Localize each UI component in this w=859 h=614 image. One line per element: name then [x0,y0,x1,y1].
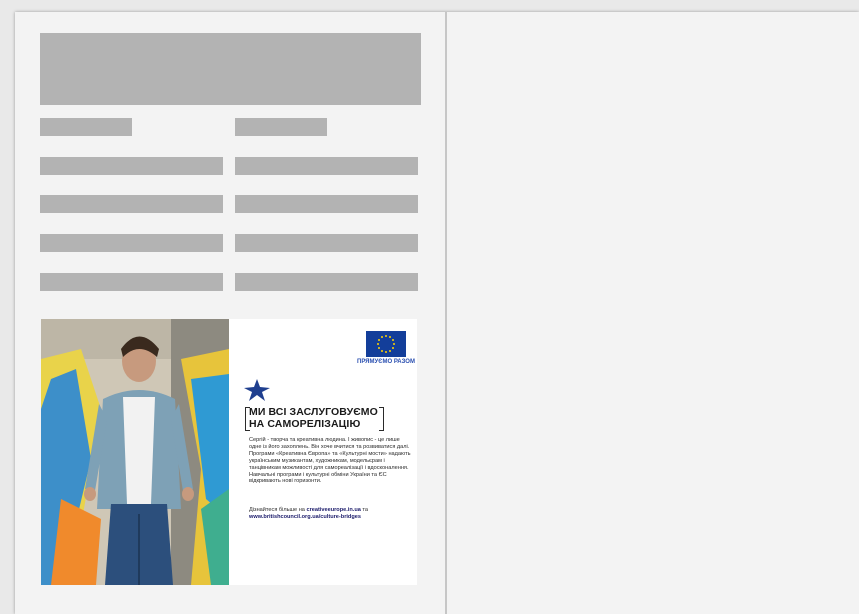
artist-photo [41,319,229,585]
star-icon [244,379,270,401]
text-line-placeholder [40,195,223,213]
right-panel [447,12,859,614]
ad-headline: МИ ВСІ ЗАСЛУГОВУЄМО НА САМОРЕЛІЗАЦІЮ [249,406,409,430]
label-placeholder-right [235,118,327,136]
text-line-placeholder [40,157,223,175]
label-placeholder-left [40,118,132,136]
headline-line-2: НА САМОРЕЛІЗАЦІЮ [249,418,361,430]
text-line-placeholder [235,234,418,252]
ad-links: Дізнайтеся більше на creativeeurope.in.u… [249,507,414,521]
text-line-placeholder [40,273,223,291]
eu-flag-icon [366,331,406,357]
link-creativeeurope[interactable]: creativeeurope.in.ua [306,507,360,513]
links-prefix: Дізнайтеся більше на [249,507,305,513]
advertisement-banner[interactable]: ПРЯМУЄМО РАЗОМ МИ ВСІ ЗАСЛУГОВУЄМО НА СА… [41,319,417,585]
text-line-placeholder [235,273,418,291]
page-viewer: ПРЯМУЄМО РАЗОМ МИ ВСІ ЗАСЛУГОВУЄМО НА СА… [15,12,859,614]
text-line-placeholder [40,234,223,252]
title-placeholder [40,33,421,105]
content-column: ПРЯМУЄМО РАЗОМ МИ ВСІ ЗАСЛУГОВУЄМО НА СА… [15,12,445,614]
ad-body-text: Сергій - творча та креативна людина. І ж… [249,437,411,485]
text-line-placeholder [235,157,418,175]
link-britishcouncil[interactable]: www.britishcouncil.org.ua/culture-bridge… [249,514,361,520]
headline-line-1: МИ ВСІ ЗАСЛУГОВУЄМО [249,406,378,418]
text-line-placeholder [235,195,418,213]
ad-text-panel: ПРЯМУЄМО РАЗОМ МИ ВСІ ЗАСЛУГОВУЄМО НА СА… [229,319,417,585]
links-and: та [362,507,369,513]
eu-caption: ПРЯМУЄМО РАЗОМ [357,359,415,365]
